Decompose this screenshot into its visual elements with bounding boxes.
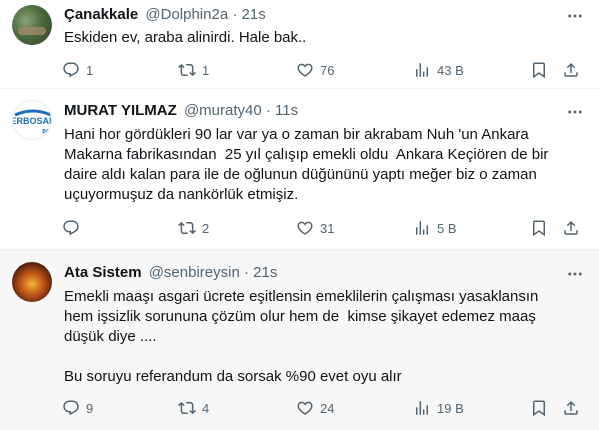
like-count: 76 bbox=[320, 62, 335, 78]
reply-count: 9 bbox=[86, 400, 94, 416]
retweet-button[interactable]: 1 bbox=[178, 58, 209, 82]
retweet-icon bbox=[178, 61, 196, 79]
views-icon bbox=[413, 219, 431, 237]
more-icon[interactable] bbox=[565, 264, 585, 284]
like-count: 24 bbox=[320, 400, 335, 416]
tweet[interactable]: ERBOSAN BO MURAT YILMAZ @muraty40 · 11s … bbox=[0, 89, 599, 250]
heart-icon bbox=[296, 61, 314, 79]
share-icon bbox=[562, 399, 580, 417]
reply-button[interactable] bbox=[62, 216, 86, 240]
reply-icon bbox=[62, 61, 80, 79]
tweet-header: Çanakkale @Dolphin2a · 21s bbox=[64, 5, 266, 25]
share-icon bbox=[562, 61, 580, 79]
views-button[interactable]: 43 B bbox=[413, 58, 464, 82]
views-button[interactable]: 5 B bbox=[413, 216, 457, 240]
bookmark-icon bbox=[530, 399, 548, 417]
erbosan-logo: ERBOSAN BO bbox=[13, 101, 52, 139]
bookmark-button[interactable] bbox=[530, 58, 548, 82]
reply-button[interactable]: 9 bbox=[62, 396, 93, 420]
tweet-header: MURAT YILMAZ @muraty40 · 11s bbox=[64, 101, 298, 121]
tweet-text: Eskiden ev, araba alinirdi. Hale bak.. bbox=[64, 29, 307, 46]
logo-subtext: BO bbox=[42, 129, 50, 135]
reply-button[interactable]: 1 bbox=[62, 58, 93, 82]
retweet-button[interactable]: 4 bbox=[178, 396, 209, 420]
tweet[interactable]: Çanakkale @Dolphin2a · 21s Eskiden ev, a… bbox=[0, 0, 599, 89]
tweet-text: Emekli maaşı asgari ücrete eşitlensin em… bbox=[64, 288, 539, 385]
avatar[interactable] bbox=[12, 262, 52, 302]
reply-icon bbox=[62, 399, 80, 417]
avatar[interactable]: ERBOSAN BO bbox=[12, 100, 52, 140]
action-bar: 2 31 5 B bbox=[60, 216, 590, 240]
bookmark-button[interactable] bbox=[530, 216, 548, 240]
action-bar: 1 1 76 43 B bbox=[60, 58, 590, 82]
logo-text: ERBOSAN bbox=[13, 116, 52, 126]
more-icon[interactable] bbox=[565, 6, 585, 26]
timestamp[interactable]: 21s bbox=[253, 264, 277, 281]
retweet-count: 2 bbox=[202, 220, 210, 236]
username[interactable]: @Dolphin2a bbox=[145, 6, 228, 23]
view-count: 19 B bbox=[437, 400, 464, 416]
views-icon bbox=[413, 399, 431, 417]
bookmark-icon bbox=[530, 61, 548, 79]
display-name[interactable]: Çanakkale bbox=[64, 6, 138, 23]
username[interactable]: @senbireysin bbox=[149, 264, 240, 281]
retweet-icon bbox=[178, 219, 196, 237]
share-button[interactable] bbox=[562, 216, 580, 240]
view-count: 43 B bbox=[437, 62, 464, 78]
view-count: 5 B bbox=[437, 220, 457, 236]
bookmark-icon bbox=[530, 219, 548, 237]
like-button[interactable]: 76 bbox=[296, 58, 334, 82]
heart-icon bbox=[296, 219, 314, 237]
retweet-count: 1 bbox=[202, 62, 210, 78]
display-name[interactable]: MURAT YILMAZ bbox=[64, 102, 177, 119]
reply-count: 1 bbox=[86, 62, 94, 78]
timestamp[interactable]: 21s bbox=[242, 6, 266, 23]
heart-icon bbox=[296, 399, 314, 417]
views-icon bbox=[413, 61, 431, 79]
tweet[interactable]: Ata Sistem @senbireysin · 21s Emekli maa… bbox=[0, 250, 599, 430]
tweet-header: Ata Sistem @senbireysin · 21s bbox=[64, 263, 277, 283]
separator-dot: · bbox=[265, 102, 271, 119]
share-icon bbox=[562, 219, 580, 237]
more-icon[interactable] bbox=[565, 102, 585, 122]
like-button[interactable]: 31 bbox=[296, 216, 334, 240]
reply-icon bbox=[62, 219, 80, 237]
retweet-button[interactable]: 2 bbox=[178, 216, 209, 240]
username[interactable]: @muraty40 bbox=[184, 102, 262, 119]
avatar[interactable] bbox=[12, 5, 52, 45]
display-name[interactable]: Ata Sistem bbox=[64, 264, 142, 281]
action-bar: 9 4 24 19 B bbox=[60, 396, 590, 420]
share-button[interactable] bbox=[562, 58, 580, 82]
separator-dot: · bbox=[232, 6, 238, 23]
bookmark-button[interactable] bbox=[530, 396, 548, 420]
like-count: 31 bbox=[320, 220, 335, 236]
views-button[interactable]: 19 B bbox=[413, 396, 464, 420]
retweet-icon bbox=[178, 399, 196, 417]
share-button[interactable] bbox=[562, 396, 580, 420]
retweet-count: 4 bbox=[202, 400, 210, 416]
tweet-text: Hani hor gördükleri 90 lar var ya o zama… bbox=[64, 126, 549, 203]
separator-dot: · bbox=[243, 264, 249, 281]
like-button[interactable]: 24 bbox=[296, 396, 334, 420]
timestamp[interactable]: 11s bbox=[275, 102, 298, 119]
